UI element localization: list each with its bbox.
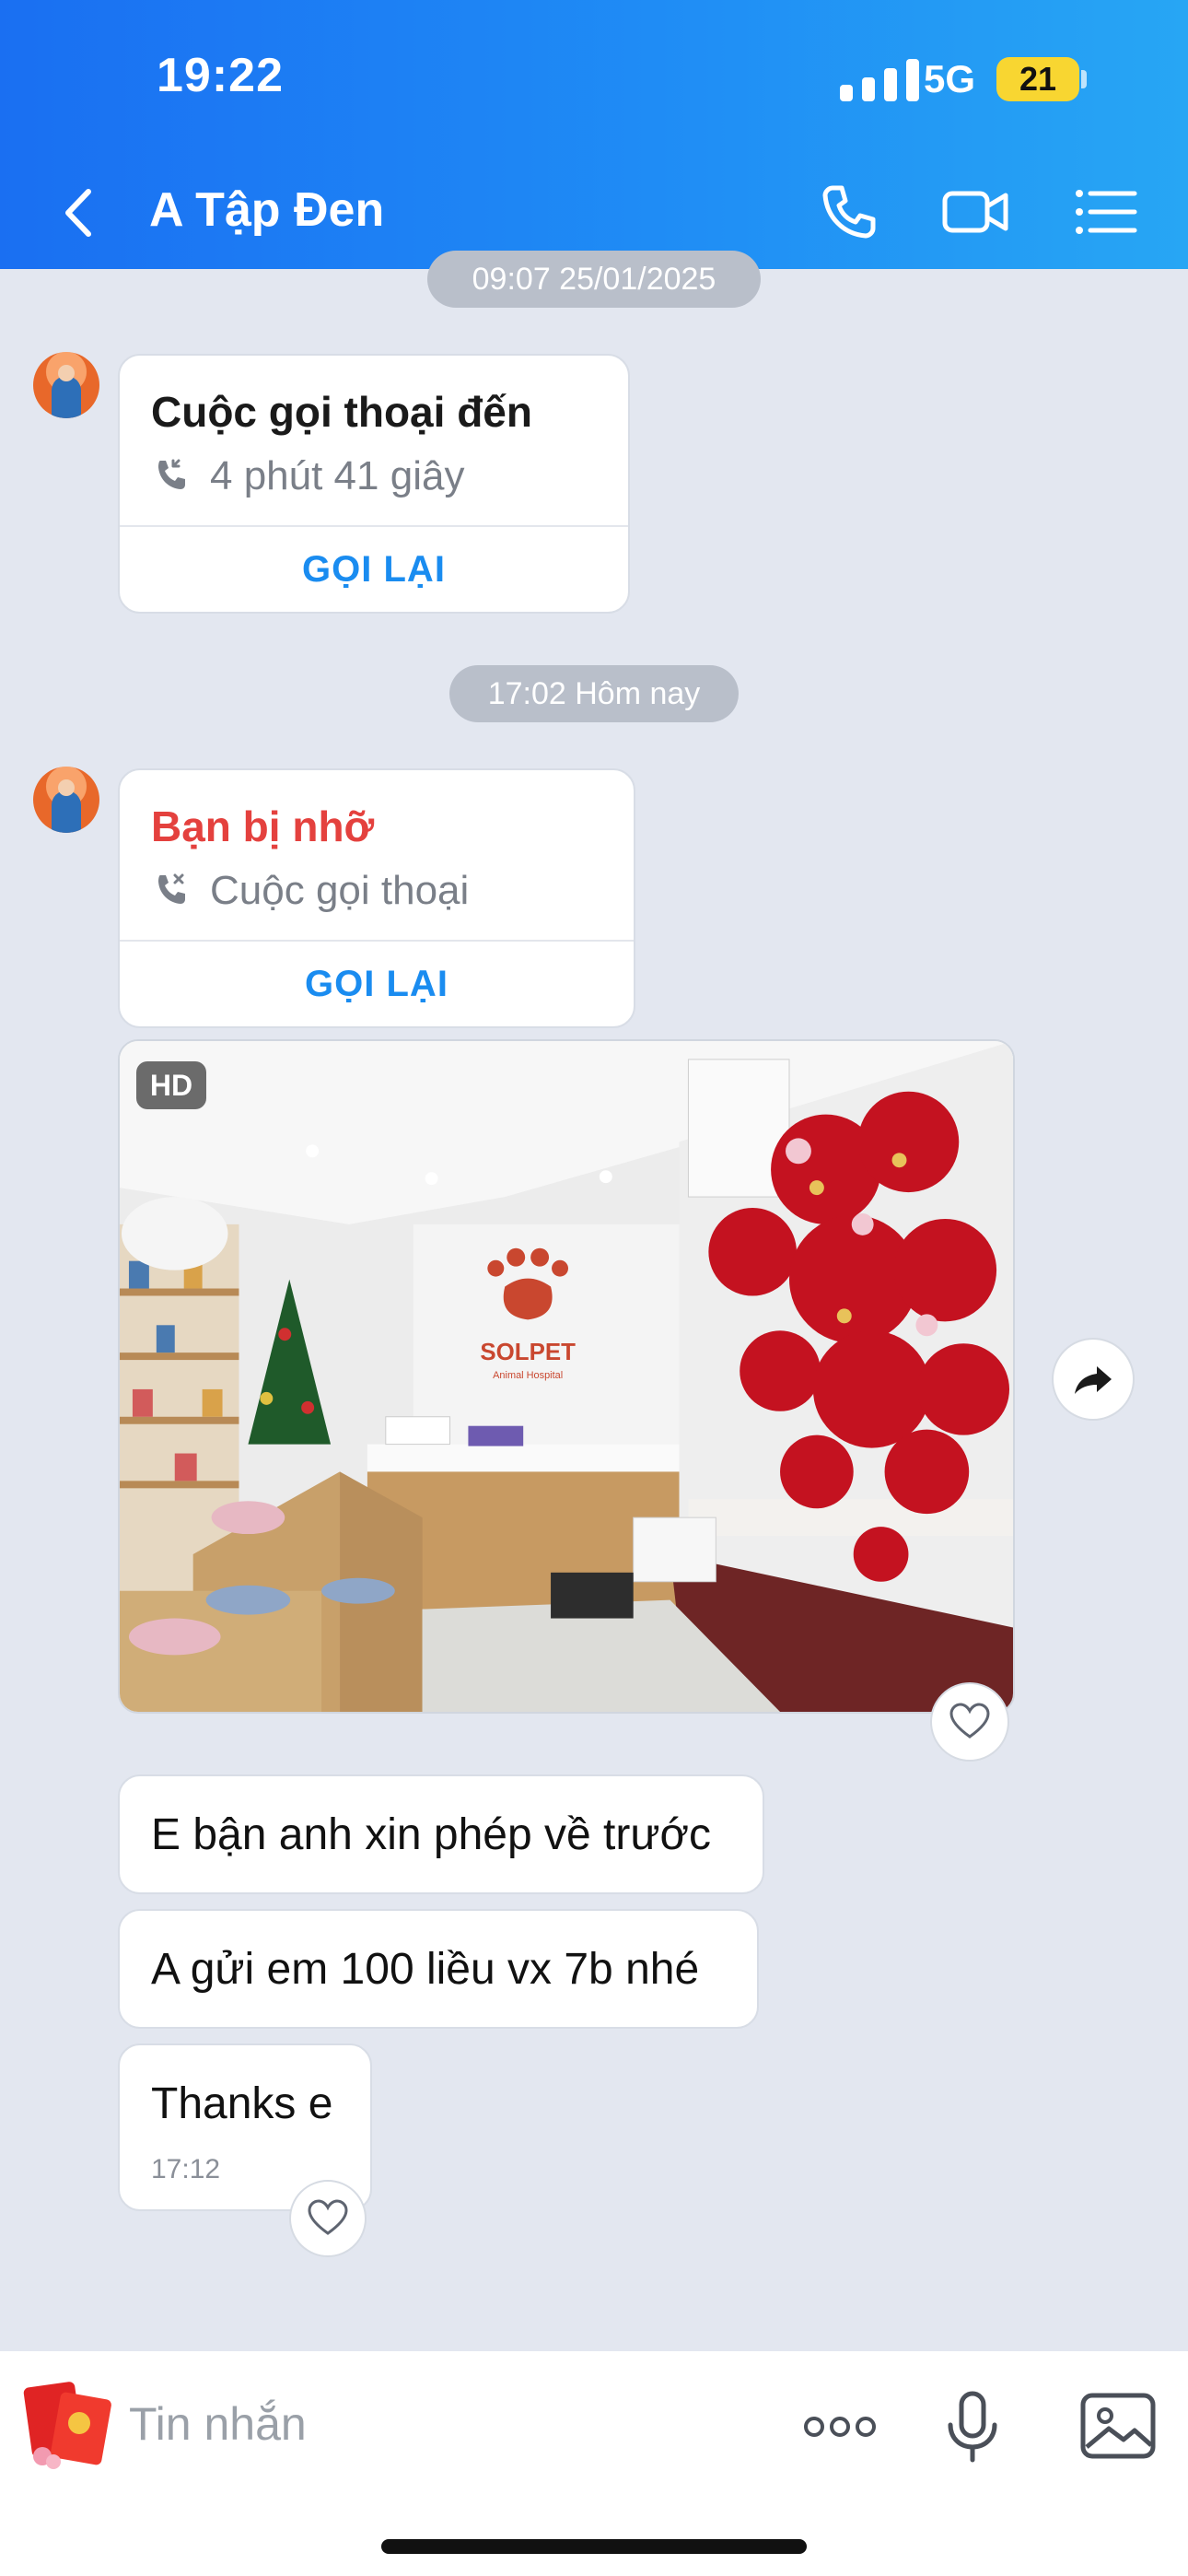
back-button[interactable] <box>55 181 101 245</box>
chevron-left-icon <box>65 189 91 237</box>
clinic-sign-sub: Animal Hospital <box>493 1370 563 1381</box>
heart-icon <box>308 2199 348 2235</box>
call-detail: 4 phút 41 giây <box>151 453 464 499</box>
text-message[interactable]: A gửi em 100 liều vx 7b nhé <box>118 1909 759 2029</box>
call-title: Cuộc gọi thoại đến <box>151 388 532 436</box>
image-icon <box>1080 2393 1156 2459</box>
message-input[interactable] <box>129 2384 718 2464</box>
more-options-button[interactable] <box>796 2383 884 2471</box>
react-button[interactable] <box>930 1682 1009 1762</box>
microphone-icon <box>948 2391 997 2463</box>
voice-call-button[interactable] <box>812 175 886 249</box>
message-text: Thanks e <box>151 2079 333 2128</box>
missed-call-card: Bạn bị nhỡ Cuộc gọi thoại GỌI LẠI <box>118 768 635 1028</box>
signal-strength-icon <box>840 59 923 101</box>
incoming-call-card: Cuộc gọi thoại đến 4 phút 41 giây GỌI LẠ… <box>118 354 630 614</box>
avatar[interactable] <box>33 767 99 833</box>
message-text: E bận anh xin phép về trước <box>151 1809 711 1859</box>
timestamp-chip: 09:07 25/01/2025 <box>427 251 761 308</box>
video-camera-icon <box>942 191 1008 233</box>
call-type: Cuộc gọi thoại <box>210 868 470 913</box>
more-dots-icon <box>804 2417 876 2437</box>
text-message[interactable]: E bận anh xin phép về trước <box>118 1774 764 1894</box>
battery-indicator: 21 <box>996 57 1079 101</box>
network-type: 5G <box>924 57 976 100</box>
chat-menu-button[interactable] <box>1068 175 1142 249</box>
call-detail: Cuộc gọi thoại <box>151 868 469 914</box>
incoming-call-icon <box>158 459 185 489</box>
call-duration: 4 phút 41 giây <box>210 453 465 498</box>
missed-call-icon <box>158 873 185 904</box>
timestamp-chip: 17:02 Hôm nay <box>449 665 739 722</box>
video-call-button[interactable] <box>939 175 1013 249</box>
clinic-sign: SOLPET <box>480 1340 576 1365</box>
red-envelope-sticker-icon <box>23 2382 111 2469</box>
message-text: A gửi em 100 liều vx 7b nhé <box>151 1944 700 1994</box>
react-button[interactable] <box>289 2180 367 2257</box>
message-time: 17:12 <box>151 2154 221 2184</box>
clinic-photo: SOLPET Animal Hospital <box>120 1041 1013 1712</box>
call-back-button[interactable]: GỌI LẠI <box>120 527 628 612</box>
call-back-button[interactable]: GỌI LẠI <box>120 942 634 1026</box>
send-image-button[interactable] <box>1074 2383 1162 2471</box>
voice-message-button[interactable] <box>928 2383 1017 2471</box>
status-time: 19:22 <box>157 49 284 102</box>
forward-button[interactable] <box>1052 1338 1135 1421</box>
list-menu-icon <box>1076 190 1137 234</box>
sticker-button[interactable] <box>18 2375 114 2471</box>
chat-title[interactable]: A Tập Đen <box>149 182 384 238</box>
phone-icon <box>822 185 876 239</box>
share-arrow-icon <box>1075 1366 1112 1394</box>
missed-call-title: Bạn bị nhỡ <box>151 802 375 850</box>
hd-badge: HD <box>136 1061 206 1109</box>
avatar[interactable] <box>33 352 99 418</box>
heart-icon <box>949 1703 990 1739</box>
chat-header: 19:22 5G 21 A Tập Đen <box>0 0 1188 269</box>
photo-message[interactable]: SOLPET Animal Hospital HD <box>118 1039 1015 1714</box>
home-indicator[interactable] <box>381 2539 807 2554</box>
battery-tip <box>1081 70 1087 88</box>
